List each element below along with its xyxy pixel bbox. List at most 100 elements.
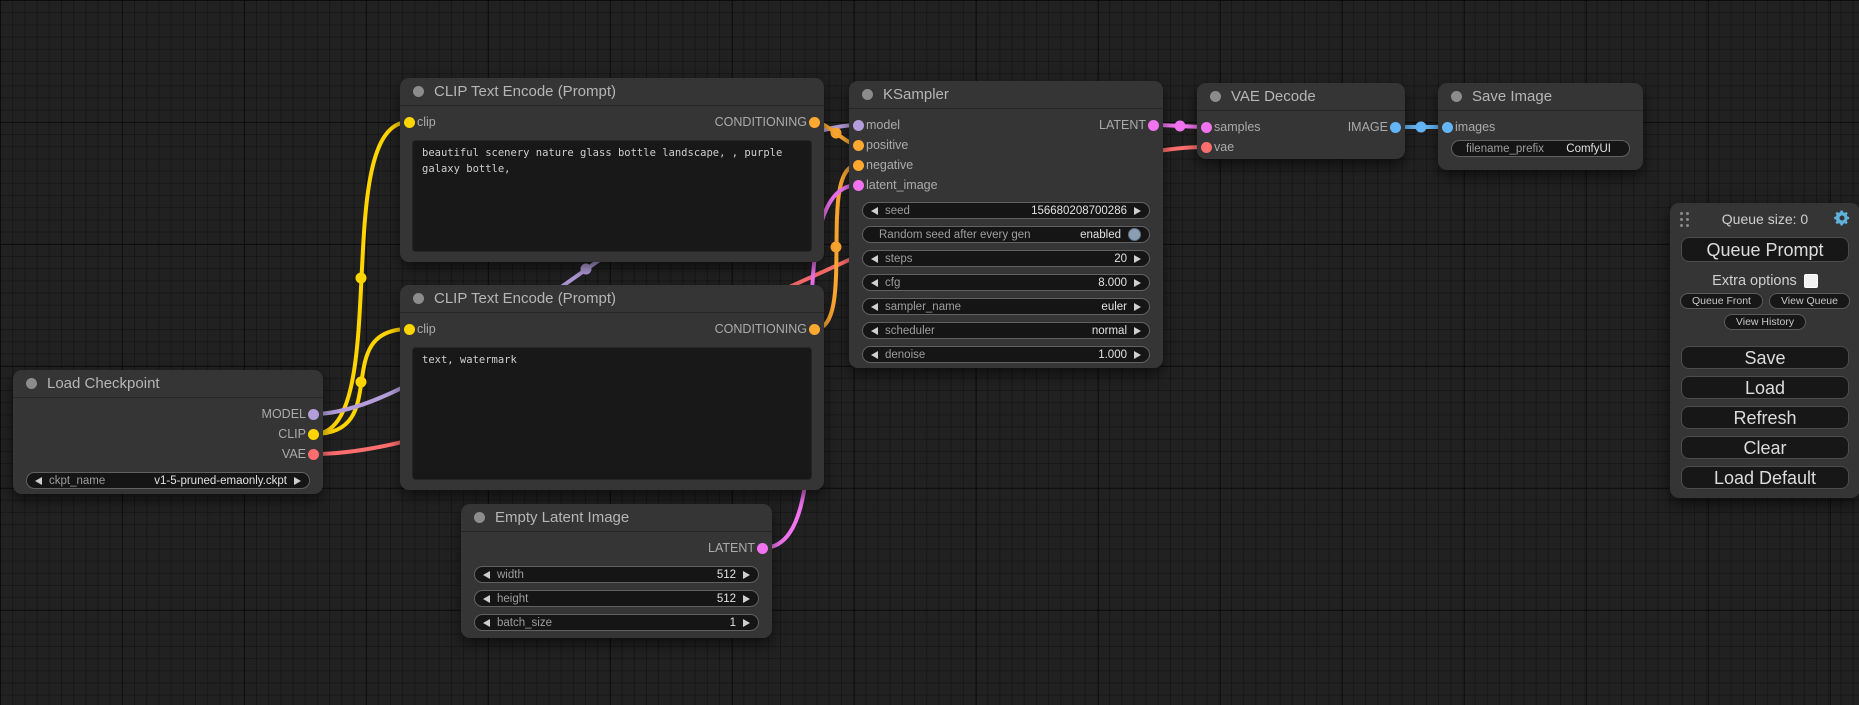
decrement-icon[interactable] — [871, 207, 878, 215]
increment-icon[interactable] — [1134, 255, 1141, 263]
widget-ckpt-name[interactable]: ckpt_name v1-5-pruned-emaonly.ckpt — [26, 472, 310, 489]
increment-icon[interactable] — [1134, 207, 1141, 215]
output-slot-latent[interactable] — [757, 543, 768, 554]
output-label-model: MODEL — [262, 407, 306, 421]
queue-prompt-button[interactable]: Queue Prompt — [1681, 237, 1849, 262]
node-title: CLIP Text Encode (Prompt) — [434, 83, 616, 100]
output-label-vae: VAE — [282, 447, 306, 461]
node-title-bar[interactable]: KSampler — [849, 81, 1163, 109]
save-button[interactable]: Save — [1681, 346, 1849, 369]
node-title-bar[interactable]: VAE Decode — [1197, 83, 1405, 111]
output-slot-vae[interactable] — [308, 449, 319, 460]
decrement-icon[interactable] — [871, 279, 878, 287]
toggle-enabled-icon[interactable] — [1128, 228, 1141, 241]
input-slot-negative[interactable] — [853, 160, 864, 171]
node-load-checkpoint[interactable]: Load Checkpoint MODEL CLIP VAE ckpt_ — [13, 370, 323, 494]
output-slot-image[interactable] — [1390, 122, 1401, 133]
widget-steps[interactable]: steps 20 — [862, 250, 1150, 267]
collapse-dot-icon[interactable] — [1210, 91, 1221, 102]
increment-icon[interactable] — [1134, 303, 1141, 311]
input-label-positive: positive — [866, 138, 908, 152]
increment-icon[interactable] — [1134, 279, 1141, 287]
input-slot-images[interactable] — [1442, 122, 1453, 133]
widget-batch-size[interactable]: batch_size 1 — [474, 614, 759, 631]
increment-icon[interactable] — [1134, 351, 1141, 359]
clear-button[interactable]: Clear — [1681, 436, 1849, 459]
decrement-icon[interactable] — [871, 303, 878, 311]
increment-icon[interactable] — [743, 571, 750, 579]
input-label-samples: samples — [1214, 120, 1261, 134]
widget-denoise[interactable]: denoise 1.000 — [862, 346, 1150, 363]
increment-icon[interactable] — [294, 477, 301, 485]
node-clip-text-encode-negative[interactable]: CLIP Text Encode (Prompt) clip CONDITION… — [400, 285, 824, 490]
input-slot-model[interactable] — [853, 120, 864, 131]
load-button[interactable]: Load — [1681, 376, 1849, 399]
prompt-text-input[interactable]: beautiful scenery nature glass bottle la… — [412, 140, 812, 252]
collapse-dot-icon[interactable] — [26, 378, 37, 389]
output-label-conditioning: CONDITIONING — [715, 115, 807, 129]
output-label-latent: LATENT — [1099, 118, 1146, 132]
widget-filename-prefix[interactable]: filename_prefix ComfyUI — [1451, 140, 1630, 157]
collapse-dot-icon[interactable] — [862, 89, 873, 100]
node-title-bar[interactable]: CLIP Text Encode (Prompt) — [400, 285, 824, 313]
decrement-icon[interactable] — [871, 327, 878, 335]
extra-options-checkbox[interactable] — [1804, 274, 1818, 288]
output-slot-latent[interactable] — [1148, 120, 1159, 131]
node-save-image[interactable]: Save Image images filename_prefix ComfyU… — [1438, 83, 1643, 170]
widget-height[interactable]: height 512 — [474, 590, 759, 607]
link-midpoint-dot — [1416, 122, 1427, 133]
decrement-icon[interactable] — [35, 477, 42, 485]
refresh-button[interactable]: Refresh — [1681, 406, 1849, 429]
widget-random-seed-toggle[interactable]: Random seed after every gen enabled — [862, 226, 1150, 243]
decrement-icon[interactable] — [871, 351, 878, 359]
prompt-text-input[interactable]: text, watermark — [412, 347, 812, 480]
input-slot-positive[interactable] — [853, 140, 864, 151]
node-graph-canvas[interactable]: Load Checkpoint MODEL CLIP VAE ckpt_ — [0, 0, 1859, 705]
node-clip-text-encode-positive[interactable]: CLIP Text Encode (Prompt) clip CONDITION… — [400, 78, 824, 262]
input-slot-vae[interactable] — [1201, 142, 1212, 153]
widget-cfg[interactable]: cfg 8.000 — [862, 274, 1150, 291]
widget-sampler-name[interactable]: sampler_name euler — [862, 298, 1150, 315]
link-midpoint-dot — [1175, 121, 1186, 132]
settings-gear-icon[interactable] — [1833, 209, 1851, 227]
output-slot-conditioning[interactable] — [809, 324, 820, 335]
view-history-button[interactable]: View History — [1724, 314, 1806, 330]
queue-front-button[interactable]: Queue Front — [1680, 293, 1763, 309]
node-title-bar[interactable]: Save Image — [1438, 83, 1643, 111]
output-slot-conditioning[interactable] — [809, 117, 820, 128]
collapse-dot-icon[interactable] — [1451, 91, 1462, 102]
input-slot-latent-image[interactable] — [853, 180, 864, 191]
widget-seed[interactable]: seed 156680208700286 — [862, 202, 1150, 219]
link-midpoint-dot — [356, 377, 367, 388]
output-slot-model[interactable] — [308, 409, 319, 420]
collapse-dot-icon[interactable] — [413, 86, 424, 97]
collapse-dot-icon[interactable] — [474, 512, 485, 523]
increment-icon[interactable] — [1134, 327, 1141, 335]
link-midpoint-dot — [356, 273, 367, 284]
node-ksampler[interactable]: KSampler model LATENT positive negative — [849, 81, 1163, 368]
widget-scheduler[interactable]: scheduler normal — [862, 322, 1150, 339]
input-label-latent-image: latent_image — [866, 178, 938, 192]
input-slot-clip[interactable] — [404, 117, 415, 128]
decrement-icon[interactable] — [483, 595, 490, 603]
view-queue-button[interactable]: View Queue — [1769, 293, 1850, 309]
input-slot-samples[interactable] — [1201, 122, 1212, 133]
decrement-icon[interactable] — [483, 571, 490, 579]
queue-size-label: Queue size: 0 — [1670, 211, 1859, 227]
increment-icon[interactable] — [743, 595, 750, 603]
node-title-bar[interactable]: Empty Latent Image — [461, 504, 772, 532]
node-empty-latent-image[interactable]: Empty Latent Image LATENT width 512 heig… — [461, 504, 772, 638]
node-title-bar[interactable]: Load Checkpoint — [13, 370, 323, 398]
collapse-dot-icon[interactable] — [413, 293, 424, 304]
output-slot-clip[interactable] — [308, 429, 319, 440]
load-default-button[interactable]: Load Default — [1681, 466, 1849, 489]
decrement-icon[interactable] — [483, 619, 490, 627]
extra-options-label: Extra options — [1712, 273, 1797, 289]
decrement-icon[interactable] — [871, 255, 878, 263]
output-label-conditioning: CONDITIONING — [715, 322, 807, 336]
input-slot-clip[interactable] — [404, 324, 415, 335]
node-title-bar[interactable]: CLIP Text Encode (Prompt) — [400, 78, 824, 106]
increment-icon[interactable] — [743, 619, 750, 627]
node-vae-decode[interactable]: VAE Decode samples IMAGE vae — [1197, 83, 1405, 159]
widget-width[interactable]: width 512 — [474, 566, 759, 583]
